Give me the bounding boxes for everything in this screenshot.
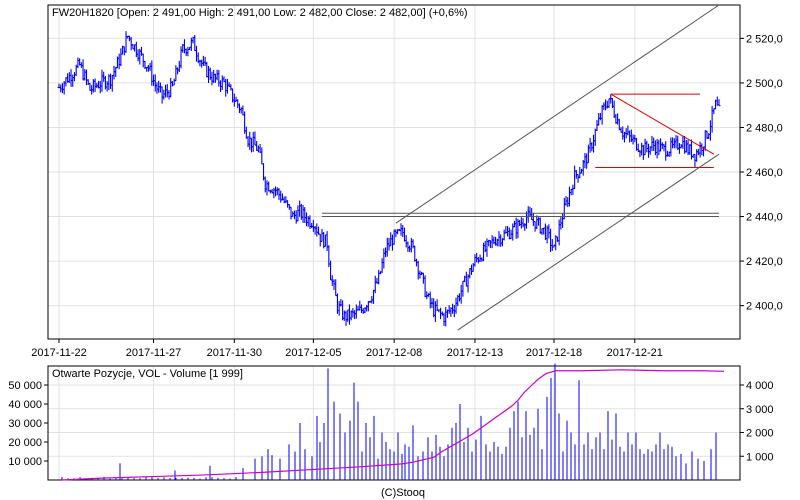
price-y-tick-label: 2 500,0 [746,78,783,90]
price-x-tick-label: 2017-12-13 [447,347,503,359]
channel-line [395,4,720,224]
price-y-tick-label: 2 480,0 [746,122,783,134]
oi-y-tick-label: 40 000 [8,399,42,411]
price-x-tick-label: 2017-11-22 [31,347,86,359]
price-x-tick-label: 2017-12-08 [366,347,422,359]
volume-y-axis: 1 000 2 000 3 000 4 000 [740,380,774,463]
volume-bars [61,363,717,480]
oi-y-tick-label: 30 000 [8,418,42,430]
oi-y-tick-label: 20 000 [8,437,42,449]
copyright-footer: (C)Stooq [381,487,425,499]
volume-panel-title: Otwarte Pozycje, VOL - Volume [1 999] [52,368,243,380]
price-y-tick-label: 2 520,0 [746,33,783,45]
price-y-axis: 2 400,0 2 420,0 2 440,0 2 460,0 2 480,0 2 500… [740,33,783,313]
open-interest-line [61,369,725,481]
trend-lines [321,4,720,331]
price-panel-title: FW20H1820 [Open: 2 491,00 High: 2 491,00… [52,7,468,19]
open-interest-y-axis: 10 000 20 000 30 000 40 000 50 000 [8,380,48,468]
open-interest-series [61,369,725,481]
oi-y-tick-label: 50 000 [8,380,42,392]
price-x-tick-label: 2017-11-27 [126,347,181,359]
price-y-tick-label: 2 460,0 [746,167,783,179]
price-y-tick-label: 2 420,0 [746,256,783,268]
price-y-tick-label: 2 400,0 [746,301,783,313]
price-x-tick-label: 2017-11-30 [207,347,262,359]
oi-y-tick-label: 10 000 [8,456,42,468]
volume-y-tick-label: 1 000 [746,451,774,463]
price-grid [48,5,740,339]
price-x-axis: 2017-11-22 2017-11-27 2017-11-30 2017-12-05… [31,339,663,359]
price-x-tick-label: 2017-12-18 [526,347,582,359]
price-y-tick-label: 2 440,0 [746,212,783,224]
price-bars [57,31,721,327]
volume-y-tick-label: 2 000 [746,428,774,440]
volume-y-tick-label: 4 000 [746,380,774,392]
price-x-tick-label: 2017-12-21 [607,347,663,359]
price-x-tick-label: 2017-12-05 [285,347,341,359]
volume-y-tick-label: 3 000 [746,404,774,416]
chart-canvas: FW20H1820 [Open: 2 491,00 High: 2 491,00… [8,4,783,499]
